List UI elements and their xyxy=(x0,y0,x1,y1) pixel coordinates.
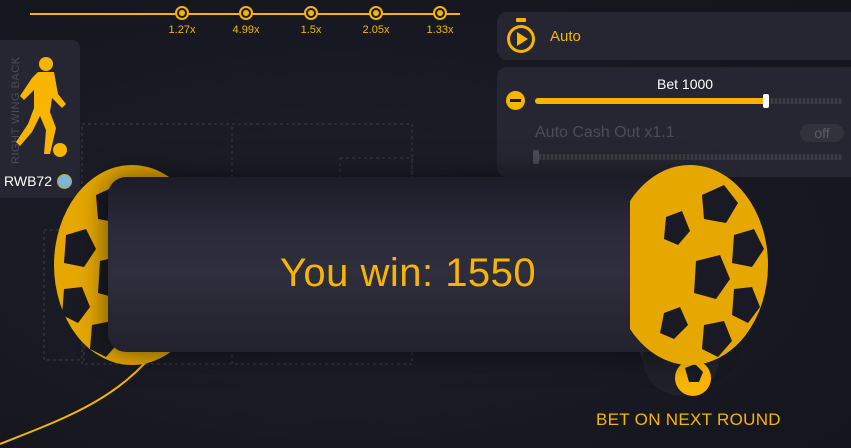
auto-panel: Auto Bet 1000 Auto Cash Out x1.1 off xyxy=(497,12,851,177)
stopwatch-play-icon xyxy=(507,18,535,53)
bet-slider[interactable] xyxy=(535,94,843,108)
right-ball-icon xyxy=(630,165,768,365)
bet-label: Bet 1000 xyxy=(657,76,714,92)
history-dot xyxy=(369,6,383,20)
auto-cashout-toggle[interactable]: off xyxy=(800,124,844,142)
bet-slider-thumb[interactable] xyxy=(763,94,769,108)
history-value: 1.5x xyxy=(300,24,322,36)
bet-slider-fill xyxy=(535,98,766,104)
history-dot xyxy=(175,6,189,20)
history-item: 2.05x xyxy=(351,6,401,36)
history-item: 1.27x xyxy=(157,6,207,36)
win-amount-text: You win: 1550 xyxy=(279,251,537,295)
footballer-icon xyxy=(16,57,67,157)
history-item: 1.33x xyxy=(415,6,465,36)
multiplier-history: 1.27x 4.99x 1.5x 2.05x 1.33x xyxy=(30,0,460,40)
history-item: 1.5x xyxy=(286,6,336,36)
decrease-bet-button[interactable] xyxy=(506,91,525,110)
win-scroll: You win: 1550 xyxy=(108,177,708,352)
cashout-slider[interactable] xyxy=(533,150,843,164)
history-dot xyxy=(239,6,253,20)
history-dot xyxy=(304,6,318,20)
history-dot xyxy=(433,6,447,20)
game-stage: 1.27x 4.99x 1.5x 2.05x 1.33x RIGHT WING … xyxy=(0,0,851,448)
auto-cashout-label: Auto Cash Out x1.1 xyxy=(535,124,675,141)
bet-next-round-button[interactable]: BET ON NEXT ROUND xyxy=(596,410,781,430)
history-value: 1.27x xyxy=(168,24,196,36)
auto-label: Auto xyxy=(550,28,581,45)
auto-settings: Bet 1000 Auto Cash Out x1.1 off xyxy=(497,67,851,177)
history-value: 2.05x xyxy=(362,24,390,36)
cashout-slider-thumb[interactable] xyxy=(533,150,539,164)
auto-header[interactable]: Auto xyxy=(497,12,851,60)
history-value: 4.99x xyxy=(232,24,260,36)
history-item: 4.99x xyxy=(221,6,271,36)
history-value: 1.33x xyxy=(426,24,454,36)
win-banner: You win: 1550 xyxy=(40,165,780,375)
